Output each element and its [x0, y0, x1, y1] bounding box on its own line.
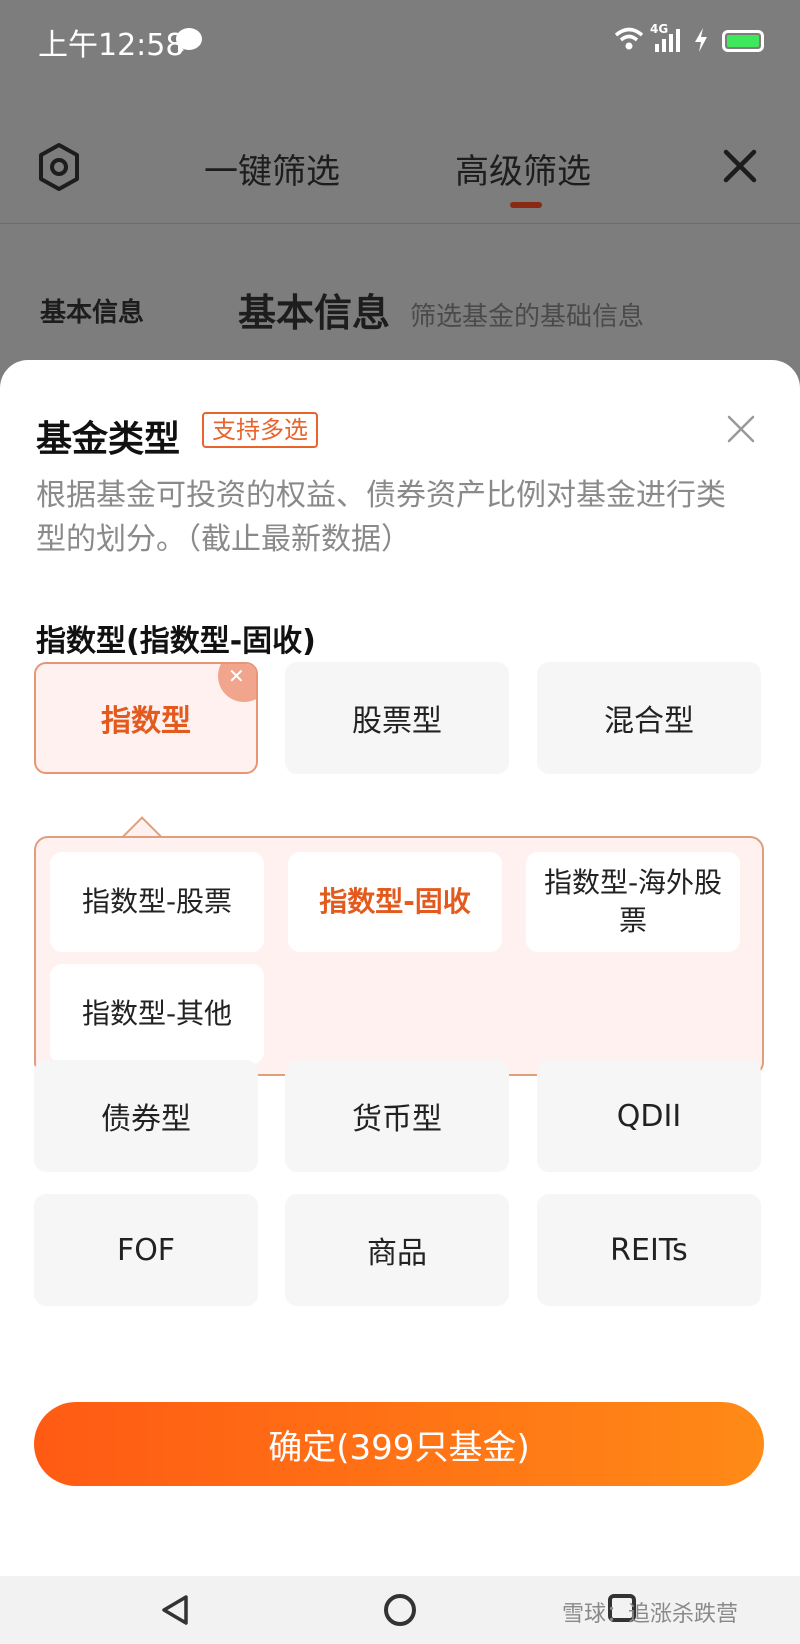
chip-reits[interactable]: REITs — [537, 1194, 761, 1306]
system-nav-bar: 雪球：追涨杀跌营 — [0, 1576, 800, 1644]
chip-label: FOF — [116, 1232, 176, 1268]
chip-label: REITs — [610, 1232, 688, 1268]
chip-label: 货币型 — [352, 1102, 442, 1137]
tab-advanced-filter[interactable]: 高级筛选 — [455, 144, 591, 193]
home-icon[interactable] — [384, 1594, 416, 1626]
chip-qdii[interactable]: QDII — [537, 1060, 761, 1172]
section-title: 基本信息 — [238, 291, 391, 335]
filter-header: 一键筛选 高级筛选 — [0, 84, 800, 224]
chip-label: 指数型 — [101, 704, 191, 739]
settings-icon[interactable] — [36, 142, 82, 192]
charging-icon — [695, 28, 707, 52]
chip-commodity[interactable]: 商品 — [285, 1194, 509, 1306]
active-tab-indicator — [510, 202, 542, 208]
chip-label: 股票型 — [352, 704, 442, 739]
chip-stock-type[interactable]: 股票型 — [285, 662, 509, 774]
confirm-button[interactable]: 确定(399只基金) — [34, 1402, 764, 1486]
selected-group-title: 指数型(指数型-固收) — [36, 624, 316, 659]
chip-index-stock[interactable]: 指数型-股票 — [50, 852, 264, 952]
chip-label: 混合型 — [604, 704, 694, 739]
deselect-icon[interactable]: ✕ — [218, 664, 256, 702]
watermark: 雪球：追涨杀跌营 — [562, 1602, 739, 1627]
chip-label: 债券型 — [101, 1102, 191, 1137]
tab-quick-filter[interactable]: 一键筛选 — [204, 144, 340, 193]
back-icon[interactable] — [160, 1594, 190, 1626]
chip-money-type[interactable]: 货币型 — [285, 1060, 509, 1172]
close-icon[interactable] — [722, 148, 758, 184]
fund-type-sheet: 基金类型 支持多选 根据基金可投资的权益、债券资产比例对基金进行类型的划分。（截… — [0, 360, 800, 1576]
signal-icon — [655, 29, 680, 52]
sheet-title: 基金类型 — [36, 419, 181, 460]
chip-index-type[interactable]: 指数型 ✕ — [34, 662, 258, 774]
index-subtype-panel: 指数型-股票 指数型-固收 指数型-海外股票 指数型-其他 — [34, 836, 764, 1076]
message-icon — [176, 28, 202, 54]
section-subtitle: 筛选基金的基础信息 — [410, 302, 645, 332]
chip-bond-type[interactable]: 债券型 — [34, 1060, 258, 1172]
status-bar: 上午12:58 4G — [0, 0, 800, 84]
multi-select-badge: 支持多选 — [202, 412, 318, 448]
chip-hybrid-type[interactable]: 混合型 — [537, 662, 761, 774]
section-row: 基本信息 基本信息 筛选基金的基础信息 — [0, 224, 800, 364]
sheet-close-icon[interactable] — [726, 414, 756, 444]
status-time: 上午12:58 — [38, 28, 185, 63]
chip-index-fixed-income[interactable]: 指数型-固收 — [288, 852, 502, 952]
chip-fof[interactable]: FOF — [34, 1194, 258, 1306]
chip-index-other[interactable]: 指数型-其他 — [50, 964, 264, 1064]
sheet-description: 根据基金可投资的权益、债券资产比例对基金进行类型的划分。（截止最新数据） — [36, 478, 726, 557]
status-icons: 4G — [614, 22, 764, 62]
chip-index-overseas-stock[interactable]: 指数型-海外股票 — [526, 852, 740, 952]
chip-label: 商品 — [367, 1236, 427, 1271]
battery-icon — [722, 30, 764, 52]
chip-label: QDII — [616, 1098, 682, 1134]
sidebar-item-basic-info[interactable]: 基本信息 — [40, 292, 144, 329]
wifi-icon — [614, 27, 644, 50]
